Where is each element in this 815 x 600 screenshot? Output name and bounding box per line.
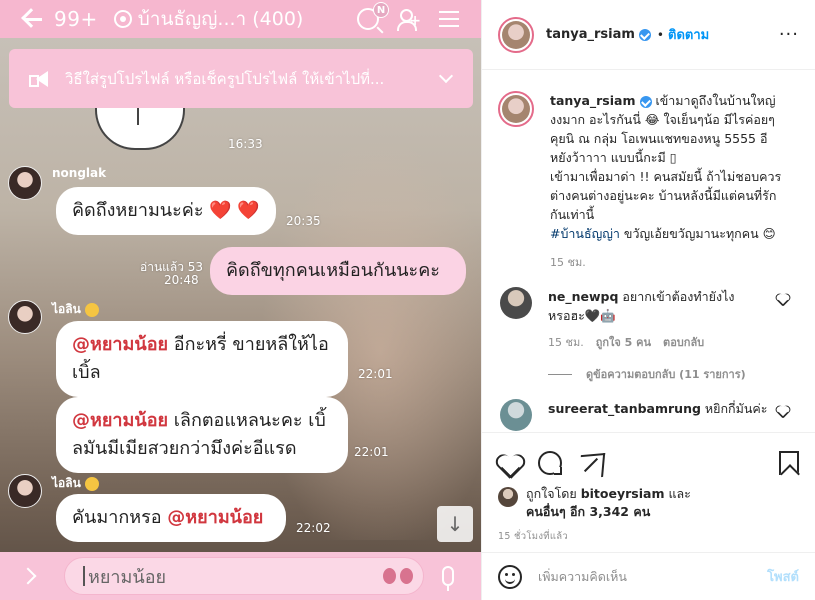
sender-name: nonglak: [52, 166, 107, 180]
verified-icon: [638, 28, 651, 41]
post-actions: ถูกใจโดย bitoeyrsiam และ คนอื่นๆ อีก 3,3…: [482, 432, 815, 552]
message-text: คิดถึขทุกคนเหมือนกันนะคะ: [226, 260, 440, 281]
sender-name: ไอลิน: [52, 474, 99, 493]
view-replies-button[interactable]: ดูข้อความตอบกลับ (11 รายการ): [548, 365, 815, 383]
message-time: 20:35: [286, 214, 321, 228]
scroll-down-icon[interactable]: ↓: [437, 506, 473, 542]
reply-button[interactable]: ตอบกลับ: [663, 333, 704, 351]
mention-tag[interactable]: @หยามน้อย: [72, 410, 168, 431]
message-bubble[interactable]: คันมากหรอ @หยามน้อย: [56, 494, 286, 542]
post-header: tanya_rsiam • ติดตาม ···: [482, 0, 815, 70]
caption-text: tanya_rsiam เข้ามาดูถึงในบ้านใหญ่ งงมาก …: [550, 93, 782, 241]
avatar[interactable]: [498, 487, 518, 507]
comment-item: ne_newpq อยากเข้าต้องทำยังไง หรอฮะ🖤🤖: [482, 271, 815, 325]
heart-emoji: ❤️ ❤️: [209, 200, 260, 221]
avatar[interactable]: [498, 91, 534, 127]
message-bubble[interactable]: @หยามน้อย เลิกตอแหลนะคะ เบิ้ ลมันมีเมียส…: [56, 397, 348, 473]
group-title: บ้านธัญญ่...า (400): [137, 8, 304, 30]
sender-name: ไอลิน: [52, 300, 99, 319]
emoji-icon[interactable]: [498, 564, 522, 589]
caption-time: 15 ชม.: [550, 256, 586, 269]
message-bubble[interactable]: คิดถึงหยามนะค่ะ ❤️ ❤️: [56, 187, 276, 235]
message-text: อีกะหรี่ ขายหลีให้ไอ: [168, 334, 329, 355]
likes-count[interactable]: คนอื่นๆ อีก 3,342 คน: [526, 504, 650, 519]
message-time: 20:48: [164, 273, 199, 287]
avatar[interactable]: [8, 300, 42, 334]
liked-by-user[interactable]: bitoeyrsiam: [581, 486, 665, 501]
chat-input-bar: หยามน้อย: [0, 552, 481, 600]
chevron-right-icon[interactable]: [19, 567, 37, 585]
more-options-icon[interactable]: ···: [779, 24, 799, 45]
follow-button[interactable]: ติดตาม: [668, 24, 709, 45]
comment-item: sureerat_tanbamrung หยิกกี่มันค่ะ: [482, 383, 815, 431]
post-caption: tanya_rsiam เข้ามาดูถึงในบ้านใหญ่ งงมาก …: [482, 71, 815, 243]
message-time: 22:02: [296, 521, 331, 535]
hashtag-link[interactable]: #บ้านธัญญ่า: [550, 226, 620, 241]
message-time: 22:01: [354, 445, 389, 459]
comment-input[interactable]: เพิ่มความคิดเห็น: [538, 567, 627, 587]
message-text: เบิ้ล: [72, 362, 101, 383]
announcement-banner[interactable]: วิธีใส่รูปโปรไฟล์ หรือเช็ครูปโปรไฟล์ ให้…: [9, 49, 473, 108]
microphone-icon[interactable]: [442, 566, 454, 591]
bookmark-icon[interactable]: [779, 451, 799, 475]
message-text: เลิกตอแหลนะคะ เบิ้: [168, 410, 326, 431]
megaphone-icon: [29, 70, 51, 87]
group-icon: [113, 10, 132, 28]
mention-tag[interactable]: @หยามน้อย: [72, 334, 168, 355]
avatar[interactable]: [498, 16, 534, 53]
like-comment-icon[interactable]: [777, 405, 789, 416]
comment-text: ne_newpq อยากเข้าต้องทำยังไง หรอฮะ🖤🤖: [548, 289, 735, 323]
line-chat-screenshot: 99+ บ้านธัญญ่...า (400) N + วิธีใส่รูปโป…: [0, 0, 481, 600]
message-time: 16:33: [228, 137, 263, 151]
menu-icon[interactable]: [439, 11, 459, 27]
message-text: ลมันมีเมียสวยกว่ามึงค่ะอีแรด: [72, 438, 297, 459]
comment-likes[interactable]: ถูกใจ 5 คน: [596, 333, 651, 351]
comment-text: sureerat_tanbamrung หยิกกี่มันค่ะ: [548, 401, 768, 416]
sticker-bow-icon[interactable]: [383, 567, 413, 585]
caption-username[interactable]: tanya_rsiam: [550, 93, 636, 108]
post-username[interactable]: tanya_rsiam: [546, 27, 651, 42]
message-bubble[interactable]: คิดถึขทุกคนเหมือนกันนะคะ: [210, 247, 466, 295]
like-comment-icon[interactable]: [777, 293, 789, 304]
notification-badge: N: [373, 2, 389, 18]
post-age: 15 ชั่วโมงที่แล้ว: [498, 531, 569, 542]
comment-meta: 15 ชม. ถูกใจ 5 คน ตอบกลับ: [548, 333, 815, 351]
comment-username[interactable]: ne_newpq: [548, 289, 618, 304]
message-input[interactable]: หยามน้อย: [64, 557, 424, 595]
search-icon[interactable]: N: [357, 2, 389, 30]
liked-by: ถูกใจโดย bitoeyrsiam และ คนอื่นๆ อีก 3,3…: [482, 481, 815, 521]
message-text: คันมากหรอ: [72, 507, 168, 528]
add-comment-bar: เพิ่มความคิดเห็น โพสต์: [482, 552, 815, 600]
sticker-image: [95, 105, 185, 150]
chat-header: 99+ บ้านธัญญ่...า (400) N +: [0, 0, 481, 38]
chevron-down-icon[interactable]: [438, 68, 454, 83]
mention-tag[interactable]: @หยามน้อย: [167, 507, 263, 528]
announcement-text: วิธีใส่รูปโปรไฟล์ หรือเช็ครูปโปรไฟล์ ให้…: [65, 69, 385, 88]
share-icon[interactable]: [578, 451, 602, 475]
add-user-icon[interactable]: +: [397, 8, 421, 31]
avatar[interactable]: [500, 287, 532, 319]
message-text: คิดถึงหยามนะค่ะ: [72, 200, 204, 221]
unread-count: 99+: [54, 7, 98, 31]
avatar[interactable]: [500, 399, 532, 431]
comment-time: 15 ชม.: [548, 336, 584, 349]
comment-username[interactable]: sureerat_tanbamrung: [548, 401, 701, 416]
avatar[interactable]: [8, 474, 42, 508]
avatar[interactable]: [8, 166, 42, 200]
comments-scroll-area[interactable]: tanya_rsiam เข้ามาดูถึงในบ้านใหญ่ งงมาก …: [482, 71, 815, 431]
comment-icon[interactable]: [538, 451, 562, 475]
separator-dot: •: [656, 27, 664, 42]
post-button[interactable]: โพสต์: [767, 566, 799, 587]
message-time: 22:01: [358, 367, 393, 381]
like-icon[interactable]: [498, 452, 522, 474]
message-bubble[interactable]: @หยามน้อย อีกะหรี่ ขายหลีให้ไอ เบิ้ล: [56, 321, 348, 397]
verified-icon: [639, 95, 652, 108]
message-input-value: หยามน้อย: [88, 566, 167, 588]
back-arrow-icon[interactable]: [20, 0, 48, 38]
instagram-post-panel: tanya_rsiam • ติดตาม ··· tanya_rsiam เข้…: [481, 0, 815, 600]
